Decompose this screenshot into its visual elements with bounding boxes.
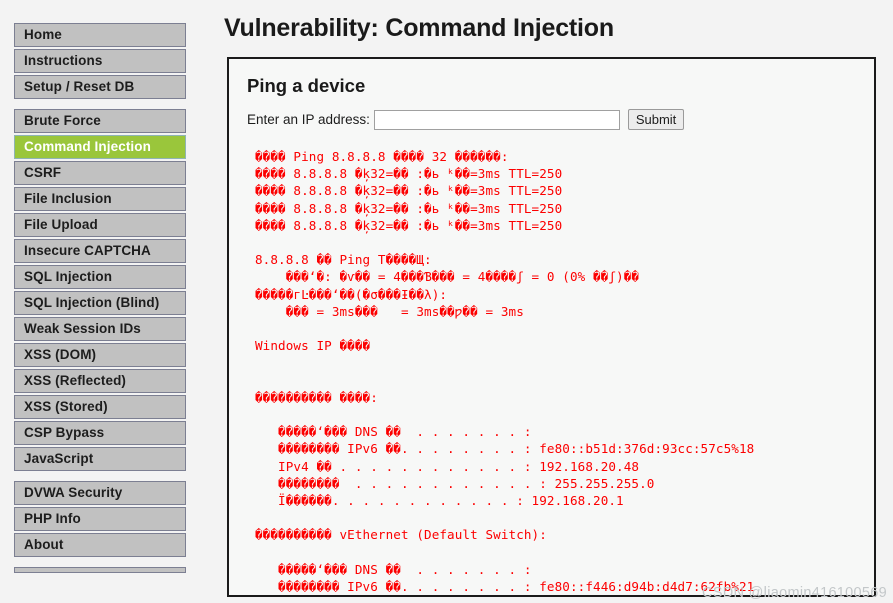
sidebar-item-instructions[interactable]: Instructions [14,49,186,73]
submit-button[interactable]: Submit [627,109,685,130]
sidebar-item-command-injection[interactable]: Command Injection [14,135,186,159]
vulnerability-panel: Ping a device Enter an IP address: Submi… [227,57,876,597]
sidebar: Home Instructions Setup / Reset DB Brute Fo… [0,0,200,603]
sidebar-item-dvwa-security[interactable]: DVWA Security [14,481,186,505]
sidebar-group-2: Brute Force Command Injection CSRF File Inc… [0,109,200,471]
sidebar-item-xss-stored[interactable]: XSS (Stored) [14,395,186,419]
sidebar-item-file-upload[interactable]: File Upload [14,213,186,237]
sidebar-item-xss-reflected[interactable]: XSS (Reflected) [14,369,186,393]
sidebar-item-weak-session-ids[interactable]: Weak Session IDs [14,317,186,341]
sidebar-item-home[interactable]: Home [14,23,186,47]
sidebar-item-item[interactable] [14,567,186,573]
sidebar-item-brute-force[interactable]: Brute Force [14,109,186,133]
sidebar-item-xss-dom[interactable]: XSS (DOM) [14,343,186,367]
sidebar-item-sql-injection[interactable]: SQL Injection [14,265,186,289]
sidebar-group-4 [0,567,200,573]
sidebar-item-csp-bypass[interactable]: CSP Bypass [14,421,186,445]
sidebar-item-file-inclusion[interactable]: File Inclusion [14,187,186,211]
watermark: CSDN @liaomin416100569 [702,585,887,601]
sidebar-item-javascript[interactable]: JavaScript [14,447,186,471]
sidebar-item-setup-reset-db[interactable]: Setup / Reset DB [14,75,186,99]
sidebar-item-about[interactable]: About [14,533,186,557]
dvwa-page: Home Instructions Setup / Reset DB Brute Fo… [0,0,893,603]
sidebar-group-1: Home Instructions Setup / Reset DB [0,0,200,99]
ip-address-label: Enter an IP address: [247,112,370,127]
sidebar-item-php-info[interactable]: PHP Info [14,507,186,531]
main-content: Vulnerability: Command Injection Ping a … [200,0,893,603]
panel-heading: Ping a device [247,75,366,96]
ip-address-input[interactable] [373,109,620,130]
sidebar-item-csrf[interactable]: CSRF [14,161,186,185]
sidebar-item-sql-injection-blind[interactable]: SQL Injection (Blind) [14,291,186,315]
sidebar-group-3: DVWA Security PHP Info About [0,481,200,557]
command-output: ���� Ping 8.8.8.8 ���� 32 ������: ���� 8… [255,149,755,595]
ping-form: Enter an IP address: Submit [247,109,860,130]
page-title: Vulnerability: Command Injection [224,14,614,42]
sidebar-item-insecure-captcha[interactable]: Insecure CAPTCHA [14,239,186,263]
